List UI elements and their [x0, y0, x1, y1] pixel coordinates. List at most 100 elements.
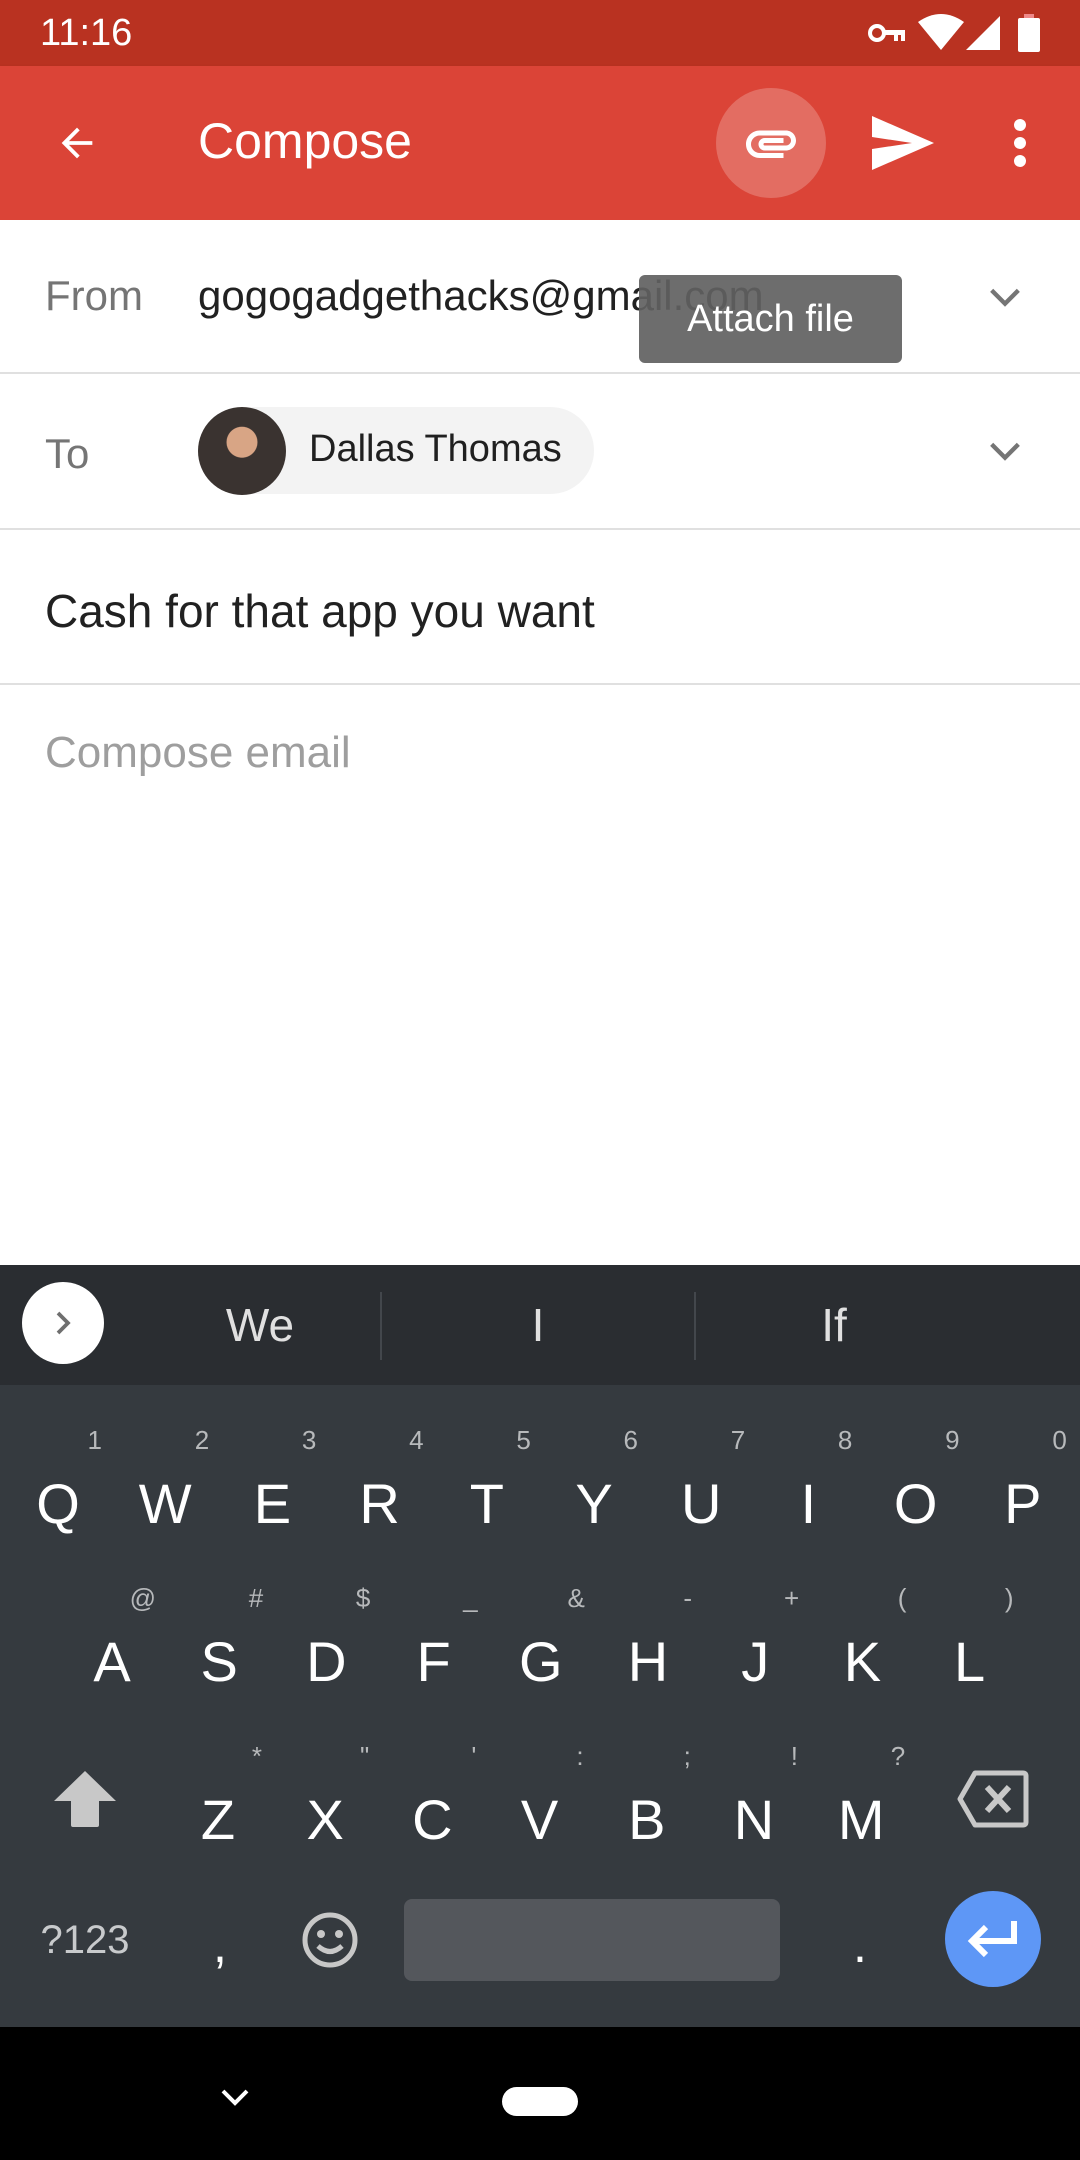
keyboard-menu-button[interactable] [22, 1282, 104, 1364]
suggestion-3[interactable]: If [696, 1265, 972, 1385]
key-a[interactable]: @ A [58, 1563, 166, 1721]
key-label: O [893, 1472, 938, 1535]
key-hint: " [359, 1741, 370, 1771]
key-o[interactable]: 9O [862, 1405, 970, 1563]
key-c[interactable]: ' C [378, 1721, 486, 1879]
key-w[interactable]: 2W [111, 1405, 219, 1563]
key-label: G [519, 1630, 563, 1693]
emoji-key[interactable] [280, 1895, 380, 1985]
back-button[interactable] [37, 103, 117, 183]
key-i[interactable]: 8I [754, 1405, 862, 1563]
key-label: V [520, 1788, 559, 1851]
key-label: T [469, 1472, 504, 1535]
key-d[interactable]: $ D [272, 1563, 380, 1721]
arrow-back-icon [61, 127, 93, 159]
key-e[interactable]: 3E [218, 1405, 326, 1563]
recipient-name: Dallas Thomas [309, 428, 562, 470]
recipient-chip[interactable]: Dallas Thomas [198, 407, 594, 495]
navigation-bar [0, 2027, 1080, 2160]
status-bar: 11:16 [0, 0, 1080, 66]
suggestion-1[interactable]: We [140, 1265, 380, 1385]
key-x[interactable]: " X [271, 1721, 379, 1879]
key-l[interactable]: ) L [916, 1563, 1024, 1721]
key-y[interactable]: 6Y [540, 1405, 648, 1563]
key-hint: ? [890, 1741, 906, 1771]
space-bar[interactable] [404, 1899, 780, 1981]
key-label: H [627, 1630, 669, 1693]
tooltip-text: Attach file [687, 297, 854, 340]
key-hint: + [784, 1583, 800, 1613]
chevron-down-icon [221, 2089, 249, 2106]
key-hint: 5 [516, 1425, 531, 1455]
comma-key[interactable]: , [170, 1895, 270, 1995]
key-f[interactable]: _ F [380, 1563, 488, 1721]
key-hint: 7 [730, 1425, 746, 1455]
key-label: L [954, 1630, 986, 1693]
home-button[interactable] [502, 2087, 578, 2116]
vpn-key-icon [868, 24, 905, 42]
key-label: N [733, 1788, 775, 1851]
period-key[interactable]: . [810, 1895, 910, 1995]
key-hint: _ [463, 1583, 478, 1613]
cell-signal-icon [966, 16, 1000, 50]
from-label: From [45, 272, 143, 319]
key-v[interactable]: :V [486, 1721, 594, 1879]
key-label: J [741, 1630, 770, 1693]
key-hint: 2 [194, 1425, 210, 1455]
enter-key[interactable] [945, 1891, 1041, 1987]
key-hint: 3 [301, 1425, 317, 1455]
key-hint: $ [355, 1583, 371, 1613]
battery-icon [1018, 14, 1040, 52]
key-hint: & [567, 1583, 585, 1613]
key-j[interactable]: + J [701, 1563, 809, 1721]
shift-key[interactable] [30, 1749, 140, 1849]
key-label: X [306, 1788, 344, 1851]
avatar [198, 407, 286, 495]
attach-button[interactable] [716, 88, 826, 198]
key-s[interactable]: # S [165, 1563, 273, 1721]
to-row: To Dallas Thomas [0, 374, 1080, 530]
chevron-down-icon[interactable] [985, 431, 1025, 471]
body-input[interactable]: Compose email [0, 685, 1080, 1265]
suggestion-2[interactable]: I [382, 1265, 694, 1385]
key-hint: 1 [87, 1425, 102, 1455]
symbols-key[interactable]: ?123 [20, 1895, 150, 1985]
more-options-button[interactable] [990, 103, 1050, 183]
key-g[interactable]: & G [487, 1563, 595, 1721]
key-b[interactable]: ; B [593, 1721, 701, 1879]
key-label: R [359, 1472, 400, 1535]
key-q[interactable]: 1Q [4, 1405, 112, 1563]
key-label: M [837, 1788, 885, 1851]
key-u[interactable]: 7U [647, 1405, 755, 1563]
subject-input[interactable]: Cash for that app you want [45, 584, 595, 638]
key-t[interactable]: 5T [433, 1405, 541, 1563]
key-hint: * [251, 1741, 262, 1771]
key-r[interactable]: 4R [326, 1405, 434, 1563]
send-button[interactable] [863, 103, 943, 183]
key-label: Q [36, 1472, 80, 1535]
key-label: K [843, 1630, 882, 1693]
wifi-icon [918, 14, 964, 50]
key-k[interactable]: (K [808, 1563, 916, 1721]
key-label: Z [200, 1788, 236, 1851]
key-p[interactable]: 0P [969, 1405, 1077, 1563]
key-z[interactable]: * Z [164, 1721, 272, 1879]
body-placeholder: Compose email [45, 728, 351, 777]
key-hint: : [576, 1741, 584, 1771]
key-h[interactable]: -H [594, 1563, 702, 1721]
hide-keyboard-button[interactable] [200, 2067, 270, 2127]
key-label: B [628, 1788, 666, 1851]
status-time: 11:16 [40, 12, 133, 54]
key-label: C [412, 1788, 453, 1851]
key-m[interactable]: ? M [807, 1721, 915, 1879]
backspace-key[interactable] [940, 1749, 1046, 1849]
key-label: D [306, 1630, 347, 1693]
chevron-down-icon[interactable] [985, 277, 1025, 317]
key-label: W [138, 1472, 192, 1535]
key-label: A [93, 1630, 131, 1693]
key-hint: 6 [623, 1425, 638, 1455]
key-label: I [800, 1472, 817, 1535]
key-label: P [1004, 1472, 1042, 1535]
key-hint: ' [471, 1741, 477, 1771]
key-n[interactable]: ! N [700, 1721, 808, 1879]
